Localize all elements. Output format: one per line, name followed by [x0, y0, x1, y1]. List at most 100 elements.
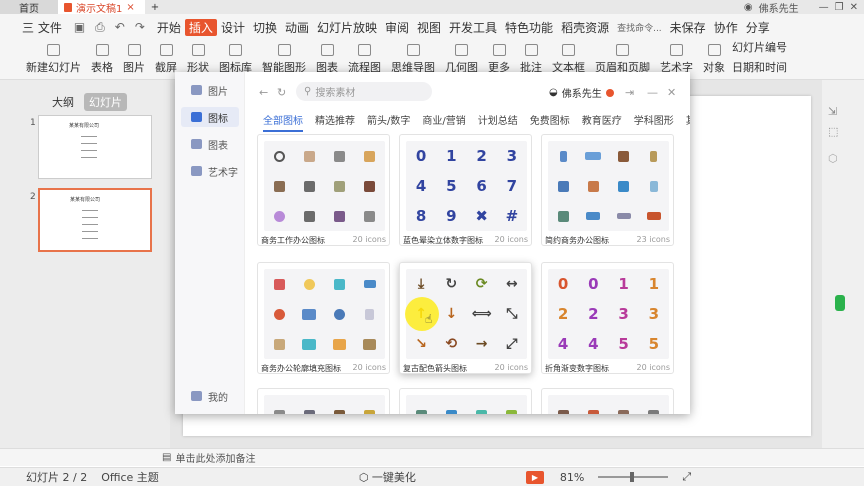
sidebar-item-chart[interactable]: 图表 — [181, 134, 239, 154]
sidebar-item-icon[interactable]: 图标 — [181, 107, 239, 127]
tab-arrows-numbers[interactable]: 箭头/数字 — [367, 112, 410, 132]
chart-button[interactable]: 图表 — [316, 44, 338, 75]
icon-set-card[interactable]: 0123 4567 8 9 ✖ # 蓝色晕染立体数字图标 20 icons — [399, 134, 532, 246]
table-icon — [95, 44, 109, 56]
minimize-dialog-icon[interactable]: — — [647, 86, 658, 99]
icon-set-card[interactable]: 0011 2233 4455 折角渐变数字图标 20 icons — [541, 262, 674, 374]
sidebar-item-wordart[interactable]: 艺术字 — [181, 161, 239, 181]
wordart-button[interactable]: 艺术字 — [660, 44, 693, 75]
tab-other[interactable]: 其他 ⌄ — [686, 112, 690, 132]
user-name[interactable]: 佛系先生 — [759, 0, 799, 15]
slides-tab[interactable]: 幻灯片 — [84, 93, 127, 111]
close-dialog-icon[interactable]: ✕ — [667, 86, 676, 99]
tab-subject[interactable]: 学科图形 — [634, 112, 674, 132]
command-search[interactable]: 查找命令... — [613, 21, 666, 34]
menu-review[interactable]: 审阅 — [381, 19, 413, 36]
slide-number-button[interactable]: 幻灯片编号 — [732, 39, 787, 55]
dialog-sidebar: 图片 图标 图表 艺术字 我的 — [175, 72, 245, 414]
sidebar-item-picture[interactable]: 图片 — [181, 80, 239, 100]
settings-icon[interactable]: ⬡ — [828, 152, 838, 165]
fit-window-icon[interactable]: ⤢ — [682, 470, 691, 484]
refresh-icon[interactable]: ↻ — [277, 86, 286, 99]
object-button[interactable]: 对象 — [703, 44, 725, 75]
menu-docer[interactable]: 稻壳资源 — [557, 19, 613, 36]
new-tab-icon[interactable]: + — [151, 2, 159, 13]
close-tab-icon[interactable]: × — [126, 2, 134, 13]
icon-set-card[interactable] — [257, 388, 390, 414]
close-window-icon[interactable]: ✕ — [850, 2, 858, 13]
date-time-button[interactable]: 日期和时间 — [732, 59, 787, 75]
zoom-slider[interactable] — [598, 472, 669, 482]
tab-featured[interactable]: 精选推荐 — [315, 112, 355, 132]
sidebar-item-mine[interactable]: 我的 — [181, 386, 239, 406]
menu-file[interactable]: 三 文件 — [0, 19, 66, 36]
new-slide-button[interactable]: 新建幻灯片 — [26, 44, 81, 75]
header-footer-button[interactable]: 页眉和页脚 — [595, 44, 650, 75]
beautify-button[interactable]: ⬡ 一键美化 — [359, 469, 416, 485]
menu-slideshow[interactable]: 幻灯片放映 — [313, 19, 381, 36]
picture-button[interactable]: 图片 — [123, 44, 145, 75]
search-input[interactable]: ⚲ 搜索素材 — [296, 82, 432, 101]
property-icon[interactable]: ⇲ — [828, 105, 837, 118]
geometry-button[interactable]: 几何图 — [445, 44, 478, 75]
flowchart-button[interactable]: 流程图 — [348, 44, 381, 75]
tab-business[interactable]: 商业/营销 — [422, 112, 465, 132]
mindmap-button[interactable]: 思维导图 — [391, 44, 435, 75]
login-icon[interactable]: ⇥ — [625, 86, 634, 99]
icon-set-card[interactable] — [399, 388, 532, 414]
icon-set-card[interactable]: 简约商务办公图标 23 icons — [541, 134, 674, 246]
tab-all-icons[interactable]: 全部图标 — [263, 112, 303, 132]
play-button[interactable]: ▶ — [525, 470, 544, 484]
notes-bar[interactable]: ▤ 单击此处添加备注 — [0, 448, 864, 466]
shapes-button[interactable]: 形状 — [187, 44, 209, 75]
undo-icon[interactable]: ↶ — [115, 20, 125, 35]
menu-features[interactable]: 特色功能 — [501, 19, 557, 36]
more-button[interactable]: 更多 — [488, 44, 510, 75]
comment-button[interactable]: 批注 — [520, 44, 542, 75]
save-icon[interactable]: ▣ — [74, 20, 85, 35]
notification-badge — [605, 88, 614, 97]
back-icon[interactable]: ← — [259, 86, 268, 99]
icon-set-card[interactable]: 商务办公轮廓填充图标 20 icons — [257, 262, 390, 374]
more-icon — [492, 44, 506, 56]
collab-button[interactable]: 协作 — [710, 19, 742, 36]
doc-title: 演示文稿1 — [76, 3, 123, 15]
menu-animation[interactable]: 动画 — [281, 19, 313, 36]
menu-design[interactable]: 设计 — [217, 19, 249, 36]
unsaved-status[interactable]: 未保存 — [666, 19, 710, 36]
icon-library-button[interactable]: 图标库 — [219, 44, 252, 75]
minimize-icon[interactable]: — — [819, 2, 829, 13]
restore-icon[interactable]: ❐ — [835, 2, 844, 13]
zoom-level[interactable]: 81% — [560, 471, 584, 484]
tab-free[interactable]: 免费图标 — [530, 112, 570, 132]
menu-start[interactable]: 开始 — [153, 19, 185, 36]
wordart-icon — [191, 166, 202, 176]
tab-document[interactable]: 演示文稿1 × — [58, 0, 145, 15]
side-tab-icon[interactable] — [835, 295, 845, 311]
comment-icon — [524, 44, 538, 56]
select-icon[interactable]: ⬚ — [828, 125, 838, 138]
textbox-button[interactable]: 文本框 — [552, 44, 585, 75]
tab-education[interactable]: 教育医疗 — [582, 112, 622, 132]
menu-transition[interactable]: 切换 — [249, 19, 281, 36]
user-avatar[interactable]: ◉ — [744, 2, 753, 13]
chart-icon — [191, 139, 202, 149]
tab-plan-summary[interactable]: 计划总结 — [478, 112, 518, 132]
dialog-user[interactable]: ◒ 佛系先生 — [549, 85, 614, 100]
slide-thumbnail-1[interactable]: 某某有限公司 — [38, 115, 152, 179]
print-icon[interactable]: ⎙ — [95, 20, 105, 35]
redo-icon[interactable]: ↷ — [135, 20, 145, 35]
outline-tab[interactable]: 大纲 — [52, 94, 74, 110]
share-button[interactable]: 分享 — [742, 19, 774, 36]
menu-view[interactable]: 视图 — [413, 19, 445, 36]
smartart-button[interactable]: 智能图形 — [262, 44, 306, 75]
tab-home[interactable]: 首页 — [0, 0, 58, 15]
menu-bar: 三 文件 ▣ ⎙ ↶ ↷ 开始 插入 设计 切换 动画 幻灯片放映 审阅 视图 … — [0, 14, 864, 40]
icon-set-card[interactable] — [541, 388, 674, 414]
icon-set-card[interactable]: 商务工作办公图标 20 icons — [257, 134, 390, 246]
menu-developer[interactable]: 开发工具 — [445, 19, 501, 36]
table-button[interactable]: 表格 — [91, 44, 113, 75]
slide-thumbnail-2[interactable]: 某某有限公司 — [38, 188, 152, 252]
menu-insert[interactable]: 插入 — [184, 18, 217, 36]
screenshot-button[interactable]: 截屏 — [155, 44, 177, 75]
